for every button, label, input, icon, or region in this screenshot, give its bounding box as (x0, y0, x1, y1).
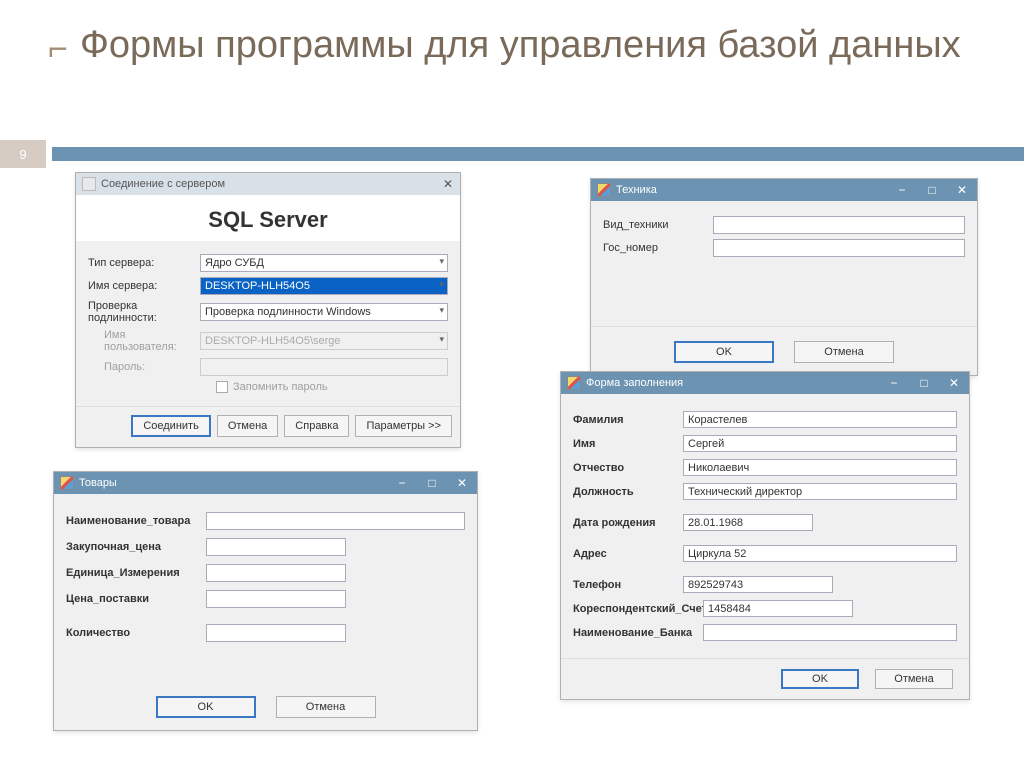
label-product-name: Наименование_товара (66, 515, 206, 527)
label-purchase-price: Закупочная_цена (66, 541, 206, 553)
label-password: Пароль: (88, 361, 200, 373)
label-bank: Наименование_Банка (573, 627, 703, 639)
input-product-name[interactable] (206, 512, 465, 530)
window-title-text: Товары (79, 477, 117, 489)
accent-bar: 9 (0, 140, 1024, 168)
cancel-button[interactable]: Отмена (794, 341, 894, 363)
checkbox-remember (216, 381, 228, 393)
select-server-type[interactable]: Ядро СУБД (200, 254, 448, 272)
maximize-icon[interactable]: □ (909, 372, 939, 394)
titlebar-goods[interactable]: Товары − □ ✕ (54, 472, 477, 494)
label-firstname: Имя (573, 438, 683, 450)
minimize-icon[interactable]: − (887, 179, 917, 201)
input-position[interactable]: Технический директор (683, 483, 957, 500)
input-middlename[interactable]: Николаевич (683, 459, 957, 476)
label-position: Должность (573, 486, 683, 498)
close-icon[interactable]: ✕ (947, 179, 977, 201)
close-icon[interactable]: ✕ (939, 372, 969, 394)
label-account: Кореспондентский_Счет (573, 603, 703, 615)
connect-button[interactable]: Соединить (131, 415, 211, 437)
input-bank[interactable] (703, 624, 957, 641)
label-phone: Телефон (573, 579, 683, 591)
sql-heading: SQL Server (76, 195, 460, 241)
ok-button[interactable]: OK (781, 669, 859, 689)
label-state-number: Гос_номер (603, 242, 713, 254)
input-account[interactable]: 1458484 (703, 600, 853, 617)
help-button[interactable]: Справка (284, 415, 349, 437)
window-title-text: Техника (616, 184, 657, 196)
input-phone[interactable]: 892529743 (683, 576, 833, 593)
form-icon (567, 376, 581, 390)
form-icon (82, 177, 96, 191)
minimize-icon[interactable]: − (879, 372, 909, 394)
input-lastname[interactable]: Корастелев (683, 411, 957, 428)
input-birthdate[interactable]: 28.01.1968 (683, 514, 813, 531)
input-address[interactable]: Циркула 52 (683, 545, 957, 562)
slide-title: Формы программы для управления базой дан… (80, 24, 961, 68)
label-birthdate: Дата рождения (573, 517, 683, 529)
maximize-icon[interactable]: □ (917, 179, 947, 201)
maximize-icon[interactable]: □ (417, 472, 447, 494)
minimize-icon[interactable]: − (387, 472, 417, 494)
label-equipment-type: Вид_техники (603, 219, 713, 231)
cancel-button[interactable]: Отмена (276, 696, 376, 718)
window-equipment: Техника − □ ✕ Вид_техники Гос_номер OK О… (590, 178, 978, 376)
close-icon[interactable]: ✕ (447, 472, 477, 494)
input-password (200, 358, 448, 376)
input-equipment-type[interactable] (713, 216, 965, 234)
label-quantity: Количество (66, 627, 206, 639)
close-icon[interactable]: ✕ (436, 173, 460, 195)
label-auth: Проверка подлинности: (88, 300, 200, 324)
titlebar-sql[interactable]: Соединение с сервером ✕ (76, 173, 460, 195)
ok-button[interactable]: OK (674, 341, 774, 363)
corner-ornament: ⌐ (48, 30, 68, 69)
input-unit[interactable] (206, 564, 346, 582)
input-purchase-price[interactable] (206, 538, 346, 556)
select-auth[interactable]: Проверка подлинности Windows (200, 303, 448, 321)
window-title-text: Соединение с сервером (101, 178, 225, 190)
page-number-badge: 9 (0, 140, 46, 168)
window-sql-connection: Соединение с сервером ✕ SQL Server Тип с… (75, 172, 461, 448)
input-state-number[interactable] (713, 239, 965, 257)
params-button[interactable]: Параметры >> (355, 415, 452, 437)
label-remember: Запомнить пароль (233, 381, 328, 393)
input-username: DESKTOP-HLH54O5\serge (200, 332, 448, 350)
label-supply-price: Цена_поставки (66, 593, 206, 605)
label-address: Адрес (573, 548, 683, 560)
window-fill-form: Форма заполнения − □ ✕ Фамилия Корастеле… (560, 371, 970, 700)
ok-button[interactable]: OK (156, 696, 256, 718)
window-title-text: Форма заполнения (586, 377, 683, 389)
cancel-button[interactable]: Отмена (217, 415, 278, 437)
form-icon (60, 476, 74, 490)
form-icon (597, 183, 611, 197)
label-middlename: Отчество (573, 462, 683, 474)
titlebar-fill-form[interactable]: Форма заполнения − □ ✕ (561, 372, 969, 394)
accent-stripe (52, 147, 1024, 161)
input-supply-price[interactable] (206, 590, 346, 608)
titlebar-equipment[interactable]: Техника − □ ✕ (591, 179, 977, 201)
input-quantity[interactable] (206, 624, 346, 642)
label-server-type: Тип сервера: (88, 257, 200, 269)
input-firstname[interactable]: Сергей (683, 435, 957, 452)
label-unit: Единица_Измерения (66, 567, 206, 579)
cancel-button[interactable]: Отмена (875, 669, 953, 689)
label-server-name: Имя сервера: (88, 280, 200, 292)
window-goods: Товары − □ ✕ Наименование_товара Закупоч… (53, 471, 478, 731)
label-lastname: Фамилия (573, 414, 683, 426)
label-username: Имя пользователя: (88, 329, 200, 353)
select-server-name[interactable]: DESKTOP-HLH54O5 (200, 277, 448, 295)
